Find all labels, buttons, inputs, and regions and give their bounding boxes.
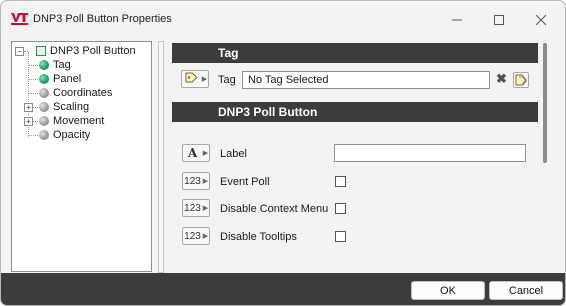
tag-browse-icon [515, 74, 527, 86]
clear-x-icon[interactable]: ✖ [496, 71, 507, 87]
section-title: DNP3 Poll Button [218, 105, 318, 119]
tree-item-movement[interactable]: Movement [39, 114, 104, 128]
dropdown-arrow-icon: ▶ [201, 76, 208, 83]
status-green-icon [39, 74, 49, 84]
minimize-button[interactable] [439, 7, 475, 33]
section-header-widget: DNP3 Poll Button [172, 102, 538, 122]
panel-splitter[interactable] [158, 41, 164, 273]
title-bar[interactable]: DNP3 Poll Button Properties [1, 1, 565, 37]
tree-connector [24, 51, 28, 52]
event-poll-checkbox[interactable] [335, 176, 346, 187]
widget-node-icon [36, 46, 46, 56]
cancel-button[interactable]: Cancel [489, 281, 563, 300]
property-tree[interactable]: − DNP3 Poll Button Tag Panel Coordinates… [11, 41, 152, 272]
tree-item-coordinates[interactable]: Coordinates [39, 86, 112, 100]
vtscada-logo-icon [11, 13, 28, 25]
ok-button[interactable]: OK [411, 281, 485, 300]
section-header-tag: Tag [172, 43, 538, 63]
event-poll-type-button[interactable]: 123 ▶ [182, 172, 210, 190]
vertical-scrollbar[interactable] [543, 43, 547, 163]
status-gray-icon [39, 102, 49, 112]
tree-item-label: Tag [53, 59, 71, 71]
tree-item-opacity[interactable]: Opacity [39, 128, 90, 142]
expand-icon[interactable]: + [24, 117, 33, 126]
property-label: Disable Tooltips [220, 231, 297, 243]
property-label: Disable Context Menu [220, 203, 329, 215]
disable-context-menu-checkbox[interactable] [335, 203, 346, 214]
status-gray-icon [39, 116, 49, 126]
numeric-type-icon: 123 [184, 230, 201, 242]
window-title: DNP3 Poll Button Properties [33, 13, 172, 25]
tag-type-icon [182, 72, 201, 86]
tree-item-label: Scaling [53, 101, 90, 113]
status-gray-icon [39, 88, 49, 98]
dropdown-arrow-icon: ▶ [202, 150, 209, 157]
status-gray-icon [39, 130, 49, 140]
tree-item-panel[interactable]: Panel [39, 72, 81, 86]
close-button[interactable] [523, 7, 559, 33]
maximize-icon [494, 15, 504, 25]
tree-connector [28, 93, 38, 94]
property-label: Event Poll [220, 176, 270, 188]
properties-dialog: DNP3 Poll Button Properties − DNP3 Poll … [0, 0, 566, 306]
tag-browse-button[interactable] [513, 72, 529, 88]
property-label: Label [220, 148, 247, 160]
disable-tooltips-type-button[interactable]: 123 ▶ [182, 227, 210, 245]
dropdown-arrow-icon: ▶ [202, 178, 209, 185]
tag-field[interactable] [242, 71, 490, 89]
tree-item-label: Movement [53, 115, 105, 127]
text-type-icon: A [187, 146, 198, 160]
section-title: Tag [218, 46, 239, 60]
tree-item-tag[interactable]: Tag [39, 58, 71, 72]
tag-type-button[interactable]: ▶ [181, 70, 209, 88]
tag-label: Tag [218, 74, 236, 86]
close-icon [536, 15, 546, 25]
tree-connector [28, 135, 38, 136]
expand-icon[interactable]: + [24, 103, 33, 112]
status-green-icon [39, 60, 49, 70]
tree-connector [28, 79, 38, 80]
minimize-icon [452, 19, 462, 21]
disable-tooltips-checkbox[interactable] [335, 231, 346, 242]
tree-root-label: DNP3 Poll Button [50, 45, 136, 57]
tree-item-label: Opacity [53, 129, 91, 141]
dropdown-arrow-icon: ▶ [202, 233, 209, 240]
dropdown-arrow-icon: ▶ [202, 205, 209, 212]
tree-item-label: Panel [53, 73, 82, 85]
tree-item-label: Coordinates [53, 87, 113, 99]
maximize-button[interactable] [481, 7, 517, 33]
tree-item-scaling[interactable]: Scaling [39, 100, 89, 114]
disable-context-menu-type-button[interactable]: 123 ▶ [182, 199, 210, 217]
label-type-button[interactable]: A ▶ [182, 144, 210, 162]
numeric-type-icon: 123 [184, 175, 201, 187]
label-input[interactable] [334, 144, 526, 162]
tree-root-dnp3-poll-button[interactable]: DNP3 Poll Button [36, 44, 136, 58]
tree-connector [28, 65, 38, 66]
properties-panel: Tag ▶ Tag ✖ DNP3 Poll Button A ▶ Label 1… [172, 41, 538, 271]
dialog-footer: OK Cancel [1, 273, 565, 305]
collapse-icon[interactable]: − [15, 47, 24, 56]
numeric-type-icon: 123 [184, 202, 201, 214]
